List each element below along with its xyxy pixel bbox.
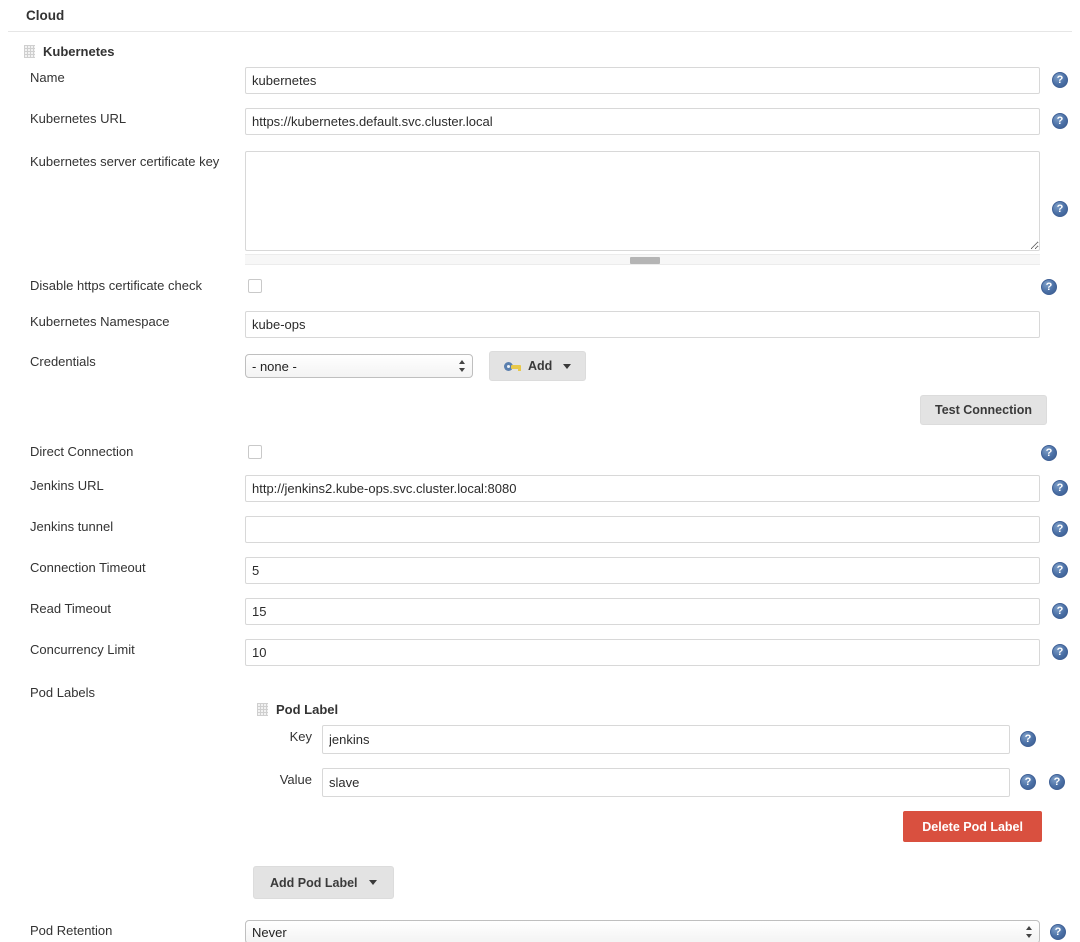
label-pod-labels: Pod Labels [30,685,96,700]
help-icon-pod-labels[interactable]: ? [1049,774,1065,790]
connection-timeout-input[interactable] [245,557,1040,584]
help-icon-kubernetes-url[interactable]: ? [1052,113,1068,129]
name-input[interactable] [245,67,1040,94]
help-icon-pod-label-value[interactable]: ? [1020,774,1036,790]
namespace-input[interactable] [245,311,1040,338]
row-jenkins-tunnel: Jenkins tunnel ? [0,516,1080,543]
jenkins-url-input[interactable] [245,475,1040,502]
help-icon-connection-timeout[interactable]: ? [1052,562,1068,578]
label-jenkins-tunnel: Jenkins tunnel [30,519,114,534]
pod-retention-select-wrap: Never [245,920,1040,942]
label-concurrency-limit: Concurrency Limit [30,642,135,657]
pod-label-key-input[interactable] [322,725,1010,754]
jenkins-tunnel-input[interactable] [245,516,1040,543]
row-direct-connection: Direct Connection ? [0,441,1080,461]
add-pod-label-container: Add Pod Label [245,866,1080,899]
drag-handle-icon[interactable] [24,45,35,58]
delete-pod-label-button[interactable]: Delete Pod Label [903,811,1042,842]
scrollbar-thumb[interactable] [630,257,660,264]
disable-https-check-checkbox[interactable] [248,279,262,293]
direct-connection-checkbox[interactable] [248,445,262,459]
drag-handle-icon[interactable] [257,703,268,716]
help-icon-disable-https-check[interactable]: ? [1041,279,1057,295]
credentials-select[interactable]: - none - [245,354,473,378]
label-disable-https-check: Disable https certificate check [30,278,202,293]
label-jenkins-url: Jenkins URL [30,478,104,493]
label-pod-label-value: Value [279,772,312,787]
chevron-down-icon [563,363,572,369]
pod-label-actions: Delete Pod Label [257,811,1080,842]
row-kubernetes-url: Kubernetes URL ? [0,108,1080,135]
pod-retention-select[interactable]: Never [245,920,1040,942]
help-icon-jenkins-url[interactable]: ? [1052,480,1068,496]
concurrency-limit-input[interactable] [245,639,1040,666]
row-namespace: Kubernetes Namespace [0,311,1080,338]
kubernetes-section-title: Kubernetes [43,44,115,59]
row-pod-labels: Pod Labels Pod Label Key ? Value ? ? [0,682,1080,899]
chevron-down-icon [368,880,377,885]
add-pod-label-label: Add Pod Label [270,875,358,890]
key-icon [504,361,521,371]
kubernetes-section-header: Kubernetes [0,32,1080,67]
label-pod-label-key: Key [289,729,312,744]
row-jenkins-url: Jenkins URL ? [0,475,1080,502]
cloud-configuration-form: Kubernetes Name ? Kubernetes URL ? Kuber… [0,32,1080,942]
row-connection-timeout: Connection Timeout ? [0,557,1080,584]
help-icon-jenkins-tunnel[interactable]: ? [1052,521,1068,537]
row-server-certificate-key: Kubernetes server certificate key ? [0,151,1080,265]
help-icon-name[interactable]: ? [1052,72,1068,88]
kubernetes-url-input[interactable] [245,108,1040,135]
row-credentials: Credentials - none - Add [0,351,1080,381]
label-connection-timeout: Connection Timeout [30,560,146,575]
pod-label-title: Pod Label [276,702,339,717]
label-pod-retention: Pod Retention [30,923,113,938]
label-name: Name [30,70,65,85]
help-icon-pod-label-key[interactable]: ? [1020,731,1036,747]
add-credentials-label: Add [528,359,553,373]
delete-pod-label-label: Delete Pod Label [922,819,1023,834]
read-timeout-input[interactable] [245,598,1040,625]
row-pod-retention: Pod Retention Never ? [0,920,1080,942]
label-read-timeout: Read Timeout [30,601,111,616]
row-read-timeout: Read Timeout ? [0,598,1080,625]
credentials-select-wrap: - none - [245,354,473,378]
row-pod-label-key: Key ? [257,725,1080,754]
help-icon-concurrency-limit[interactable]: ? [1052,644,1068,660]
row-test-connection: Test Connection [0,395,1080,425]
page-title: Cloud [8,0,1072,32]
label-namespace: Kubernetes Namespace [30,314,170,329]
pod-label-header: Pod Label [257,702,1080,725]
add-pod-label-button[interactable]: Add Pod Label [253,866,394,899]
label-credentials: Credentials [30,354,96,369]
pod-label-value-input[interactable] [322,768,1010,797]
help-icon-server-certificate-key[interactable]: ? [1052,201,1068,217]
label-kubernetes-url: Kubernetes URL [30,111,127,126]
row-pod-label-value: Value ? ? [257,768,1080,797]
add-credentials-button[interactable]: Add [489,351,587,381]
row-name: Name ? [0,67,1080,94]
label-direct-connection: Direct Connection [30,444,134,459]
horizontal-scrollbar[interactable] [245,254,1040,265]
test-connection-button[interactable]: Test Connection [920,395,1047,425]
help-icon-direct-connection[interactable]: ? [1041,445,1057,461]
pod-label-entry: Pod Label Key ? Value ? ? Delete Pod Lab… [245,682,1080,842]
server-certificate-key-textarea[interactable] [245,151,1040,251]
help-icon-pod-retention[interactable]: ? [1050,924,1066,940]
label-server-certificate-key: Kubernetes server certificate key [30,154,220,169]
test-connection-label: Test Connection [935,403,1032,417]
row-concurrency-limit: Concurrency Limit ? [0,639,1080,666]
row-disable-https-check: Disable https certificate check ? [0,275,1080,295]
help-icon-read-timeout[interactable]: ? [1052,603,1068,619]
